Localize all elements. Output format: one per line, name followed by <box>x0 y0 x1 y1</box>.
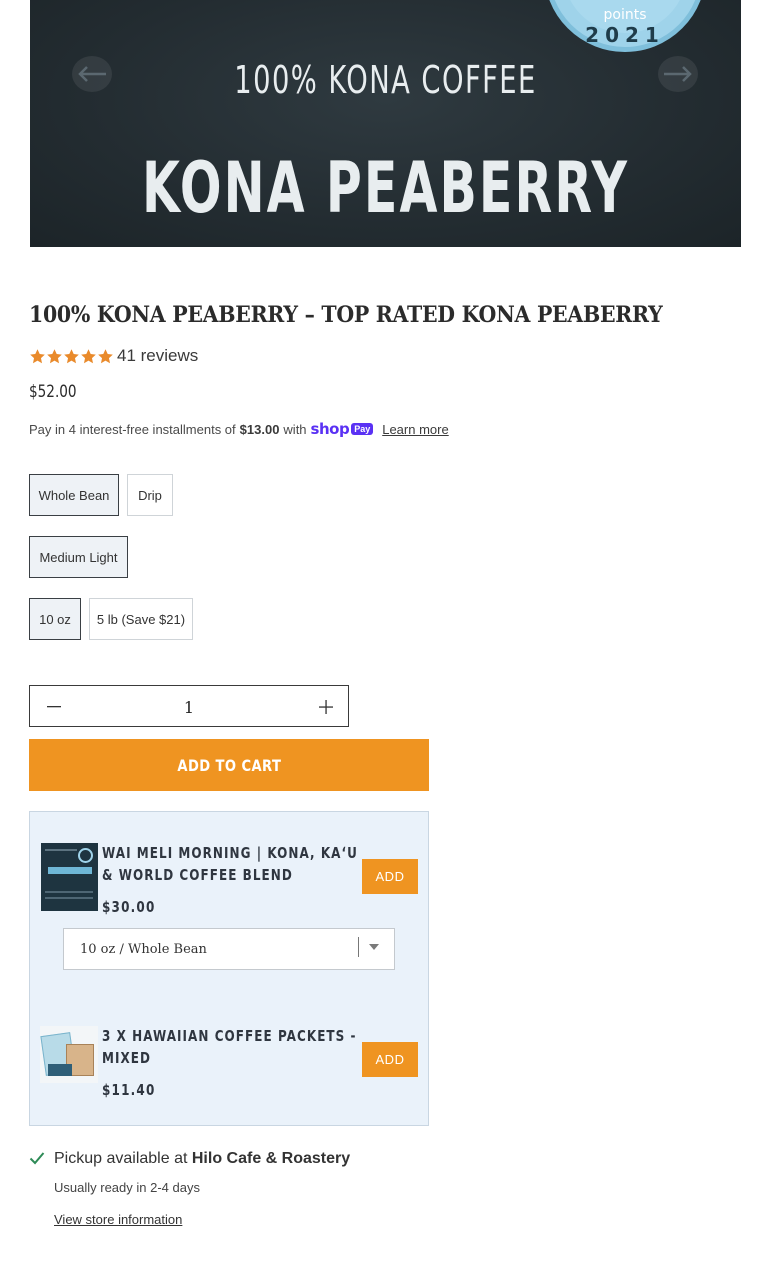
upsell-title[interactable]: WAI MELI MORNING | KONA, KAʻU & WORLD CO… <box>102 842 358 886</box>
variant-select[interactable]: 10 oz / Whole Bean <box>63 928 395 970</box>
star-icon <box>30 348 45 363</box>
check-icon <box>29 1152 45 1165</box>
arrow-left-icon[interactable] <box>72 56 112 92</box>
installments-prefix: Pay in 4 interest-free installments of <box>29 421 236 437</box>
learn-more-link[interactable]: Learn more <box>382 422 448 437</box>
plus-icon[interactable] <box>314 695 338 719</box>
option-medium-light[interactable]: Medium Light <box>29 536 128 578</box>
star-icon <box>81 348 96 363</box>
chevron-down-icon <box>369 944 379 950</box>
rating[interactable]: 41 reviews <box>29 346 198 366</box>
product-image: points 2021 100% KONA COFFEE KONA PEABER… <box>30 0 741 247</box>
quantity-value[interactable]: 1 <box>30 698 348 717</box>
option-10-oz[interactable]: 10 oz <box>29 598 81 640</box>
wai-meli-product-image[interactable] <box>41 843 98 911</box>
upsell-add-button[interactable]: ADD <box>362 1042 418 1077</box>
image-caption-line1: 100% KONA COFFEE <box>234 58 537 102</box>
pickup-availability: Pickup available at Hilo Cafe & Roastery <box>54 1150 350 1168</box>
option-drip[interactable]: Drip <box>127 474 173 516</box>
pickup-prefix: Pickup available at <box>54 1150 188 1167</box>
option-whole-bean[interactable]: Whole Bean <box>29 474 119 516</box>
installments-notice: Pay in 4 interest-free installments of $… <box>29 420 449 438</box>
badge-points-text: points <box>603 7 647 23</box>
upsell-box: WAI MELI MORNING | KONA, KAʻU & WORLD CO… <box>29 811 429 1126</box>
shop-pay-logo: shop Pay <box>311 420 374 438</box>
coffee-packets-product-image[interactable] <box>40 1026 98 1083</box>
product-title: 100% KONA PEABERRY – TOP RATED KONA PEAB… <box>29 302 663 328</box>
pickup-ready-time: Usually ready in 2-4 days <box>54 1180 200 1195</box>
arrow-right-icon[interactable] <box>658 56 698 92</box>
reviews-link[interactable]: 41 reviews <box>117 346 198 366</box>
badge-year-text: 2021 <box>585 23 665 47</box>
option-5-lb[interactable]: 5 lb (Save $21) <box>89 598 193 640</box>
star-rating <box>29 348 114 365</box>
add-to-cart-button[interactable]: ADD TO CART <box>29 739 429 791</box>
variant-select-value: 10 oz / Whole Bean <box>80 942 207 957</box>
award-badge: points 2021 <box>544 0 706 52</box>
star-icon <box>64 348 79 363</box>
quantity-stepper: 1 <box>29 685 349 727</box>
select-divider <box>358 937 359 957</box>
star-icon <box>47 348 62 363</box>
product-price: $52.00 <box>29 382 77 402</box>
upsell-price: $30.00 <box>102 898 156 916</box>
upsell-price: $11.40 <box>102 1081 156 1099</box>
upsell-add-button[interactable]: ADD <box>362 859 418 894</box>
pickup-store: Hilo Cafe & Roastery <box>191 1150 351 1167</box>
view-store-information-link[interactable]: View store information <box>54 1212 182 1227</box>
star-icon <box>98 348 113 363</box>
upsell-title[interactable]: 3 X HAWAIIAN COFFEE PACKETS - MIXED <box>102 1025 358 1069</box>
image-caption-line2: KONA PEABERRY <box>141 147 630 229</box>
installments-suffix: with <box>283 421 307 437</box>
installment-amount: $13.00 <box>239 421 280 437</box>
